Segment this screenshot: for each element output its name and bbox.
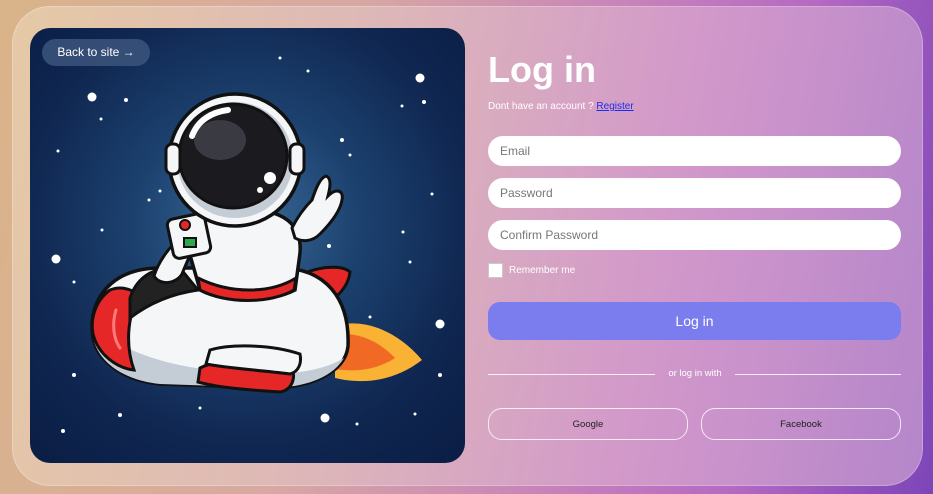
- divider-right: [735, 374, 901, 375]
- back-to-site-button[interactable]: Back to site →: [42, 39, 150, 66]
- divider-text: or log in with: [668, 368, 722, 379]
- page-title: Log in: [488, 49, 596, 90]
- remember-me-row: Remember me: [488, 261, 575, 279]
- email-field[interactable]: [488, 136, 901, 166]
- register-prompt: Dont have an account ? Register: [488, 101, 634, 112]
- password-field[interactable]: [488, 178, 901, 208]
- register-link[interactable]: Register: [596, 101, 633, 112]
- facebook-login-button[interactable]: Facebook: [701, 408, 901, 440]
- confirm-password-field[interactable]: [488, 220, 901, 250]
- google-login-button[interactable]: Google: [488, 408, 688, 440]
- hero-illustration-panel: [30, 28, 465, 463]
- login-button[interactable]: Log in: [488, 302, 901, 340]
- astronaut-rocket-illustration: [51, 56, 445, 433]
- divider-left: [488, 374, 655, 375]
- remember-me-checkbox[interactable]: [488, 262, 503, 278]
- remember-me-label: Remember me: [509, 264, 576, 276]
- no-account-text: Dont have an account ?: [488, 101, 594, 112]
